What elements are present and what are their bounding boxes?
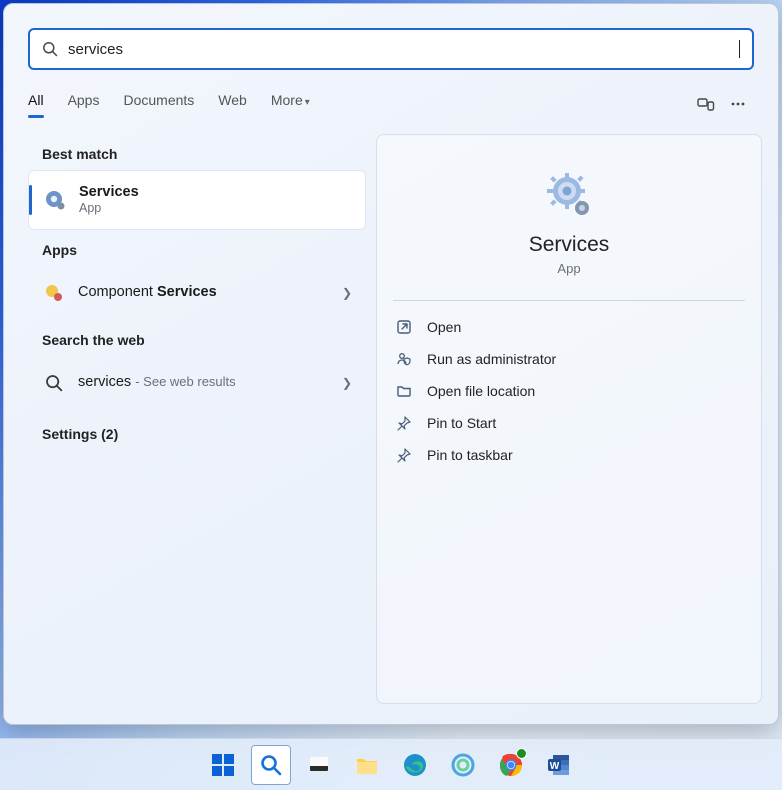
action-run-as-admin[interactable]: Run as administrator <box>393 343 745 375</box>
devices-icon <box>697 95 715 113</box>
tab-documents[interactable]: Documents <box>123 92 194 116</box>
tab-more[interactable]: More▾ <box>271 92 310 116</box>
section-best-match: Best match <box>42 146 366 162</box>
swirl-app-icon <box>450 752 476 778</box>
action-label: Open <box>427 319 461 335</box>
svg-text:W: W <box>550 761 560 772</box>
chevron-right-icon: ❯ <box>342 376 352 390</box>
taskbar: W <box>0 738 782 790</box>
word-icon: W <box>546 752 572 778</box>
chevron-right-icon: ❯ <box>342 286 352 300</box>
taskbar-start-button[interactable] <box>203 745 243 785</box>
start-search-panel: All Apps Documents Web More▾ Best match … <box>3 3 779 725</box>
taskbar-word-button[interactable]: W <box>539 745 579 785</box>
action-label: Run as administrator <box>427 351 556 367</box>
result-best-services[interactable]: Services App <box>28 170 366 230</box>
result-component-services[interactable]: Component Services ❯ <box>28 266 366 320</box>
result-web-search[interactable]: services - See web results ❯ <box>28 356 366 410</box>
open-icon <box>395 318 413 336</box>
taskbar-search-button[interactable] <box>251 745 291 785</box>
search-box[interactable] <box>28 28 754 70</box>
detail-actions: Open Run as administrator Open file loca… <box>393 311 745 471</box>
action-pin-to-taskbar[interactable]: Pin to taskbar <box>393 439 745 471</box>
search-input[interactable] <box>68 41 743 58</box>
result-title: Component Services <box>78 284 217 301</box>
search-across-devices-button[interactable] <box>690 88 722 120</box>
action-open-file-location[interactable]: Open file location <box>393 375 745 407</box>
section-settings[interactable]: Settings (2) <box>42 426 366 442</box>
action-pin-to-start[interactable]: Pin to Start <box>393 407 745 439</box>
services-gear-icon <box>545 171 593 219</box>
action-label: Pin to Start <box>427 415 496 431</box>
folder-icon <box>395 382 413 400</box>
content-area: Best match Services App Apps Component S… <box>4 120 778 724</box>
filter-row: All Apps Documents Web More▾ <box>4 70 778 120</box>
result-title: Services <box>79 184 139 201</box>
chrome-icon <box>498 752 524 778</box>
taskbar-app-button[interactable] <box>443 745 483 785</box>
pin-icon <box>395 414 413 432</box>
section-apps: Apps <box>42 242 366 258</box>
folder-icon <box>354 752 380 778</box>
section-search-web: Search the web <box>42 332 366 348</box>
search-icon <box>42 371 66 395</box>
shield-people-icon <box>395 350 413 368</box>
tab-all[interactable]: All <box>28 92 44 116</box>
taskbar-edge-button[interactable] <box>395 745 435 785</box>
taskbar-task-view-button[interactable] <box>299 745 339 785</box>
action-open[interactable]: Open <box>393 311 745 343</box>
services-gear-icon <box>43 188 67 212</box>
tab-apps[interactable]: Apps <box>68 92 100 116</box>
detail-title: Services <box>529 233 610 257</box>
component-services-icon <box>42 281 66 305</box>
search-tabs: All Apps Documents Web More▾ <box>28 92 310 116</box>
search-icon <box>42 41 58 57</box>
detail-subtitle: App <box>557 261 580 276</box>
search-area <box>4 4 778 70</box>
edge-icon <box>402 752 428 778</box>
detail-panel: Services App Open Run as administrator O… <box>376 134 762 704</box>
taskbar-file-explorer-button[interactable] <box>347 745 387 785</box>
search-icon <box>259 753 283 777</box>
windows-logo-icon <box>210 752 236 778</box>
tab-web[interactable]: Web <box>218 92 247 116</box>
chevron-down-icon: ▾ <box>305 97 310 108</box>
action-label: Open file location <box>427 383 535 399</box>
pin-icon <box>395 446 413 464</box>
results-column: Best match Services App Apps Component S… <box>28 134 366 704</box>
divider <box>393 300 745 301</box>
action-label: Pin to taskbar <box>427 447 513 463</box>
text-caret <box>739 40 740 58</box>
taskbar-chrome-button[interactable] <box>491 745 531 785</box>
more-options-button[interactable] <box>722 88 754 120</box>
result-subtitle: App <box>79 201 139 216</box>
task-view-icon <box>307 753 331 777</box>
ellipsis-icon <box>729 95 747 113</box>
result-title: services - See web results <box>78 374 236 391</box>
